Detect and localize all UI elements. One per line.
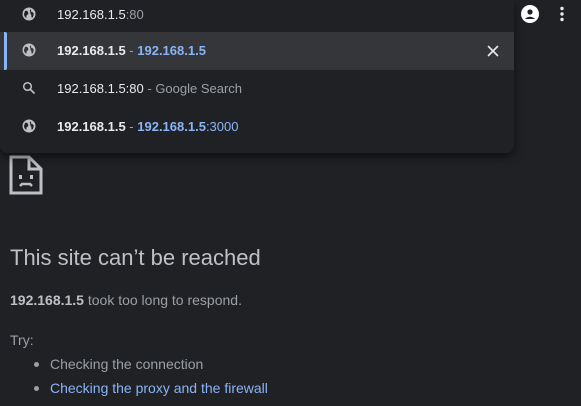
suggestion-url-host: 192.168.1.5 [137,43,206,58]
error-description: 192.168.1.5 took too long to respond. [10,292,242,308]
browser-page: 192.168.1.5:80 192.168.1.5 - 192.168.1.5 [0,0,581,406]
globe-icon [22,119,36,138]
kebab-menu-icon [560,6,564,22]
suggestion-url-rest: :3000 [205,119,239,134]
error-title: This site can’t be reached [10,245,261,270]
profile-button[interactable] [519,3,541,25]
omnibox-suggestion[interactable]: 192.168.1.5 - 192.168.1.5:3000 [0,108,514,146]
omnibox-dropdown: 192.168.1.5:80 192.168.1.5 - 192.168.1.5 [0,0,514,153]
person-icon [521,5,539,23]
suggestion-url-host: 192.168.1.5 [137,119,206,134]
suggestion-url: 192.168.1.5 [137,43,206,58]
suggestion-text: 192.168.1.5 - 192.168.1.5:3000 [57,119,238,134]
suggestion-url: 192.168.1.5:3000 [137,119,238,134]
suggestion-title: 192.168.1.5 [57,119,126,134]
suggestion-text: 192.168.1.5 - 192.168.1.5 [57,43,206,58]
suggestion-title: 192.168.1.5 [57,43,126,58]
omnibox-input-port: :80 [125,7,144,22]
globe-icon [22,7,36,26]
suggestion-title: 192.168.1.5:80 [57,81,144,96]
error-host: 192.168.1.5 [10,292,84,308]
omnibox-suggestion[interactable]: 192.168.1.5 - 192.168.1.5 [0,32,514,70]
suggestion-separator: - [125,43,138,58]
suggestion-separator: - [125,119,138,134]
omnibox-suggestion[interactable]: 192.168.1.5:80 - Google Search [0,70,514,108]
suggestion-separator: - [143,81,156,96]
list-item: Checking the connection [10,352,268,376]
omnibox-input[interactable]: 192.168.1.5:80 [57,7,144,22]
sad-document-icon [9,155,43,200]
error-message: took too long to respond. [83,292,242,308]
omnibox-input-row[interactable]: 192.168.1.5:80 [0,0,514,30]
globe-icon [22,43,36,62]
search-icon [22,81,36,100]
browser-menu-button[interactable] [553,4,571,24]
omnibox-input-host: 192.168.1.5 [57,7,126,22]
suggestion-text: 192.168.1.5:80 - Google Search [57,81,242,96]
close-icon [487,45,499,57]
try-suggestions-list: Checking the connection Checking the pro… [10,352,268,400]
remove-suggestion-button[interactable] [484,42,502,60]
proxy-firewall-link[interactable]: Checking the proxy and the firewall [10,376,268,400]
suggestion-hint: Google Search [155,81,243,96]
try-label: Try: [10,332,34,348]
